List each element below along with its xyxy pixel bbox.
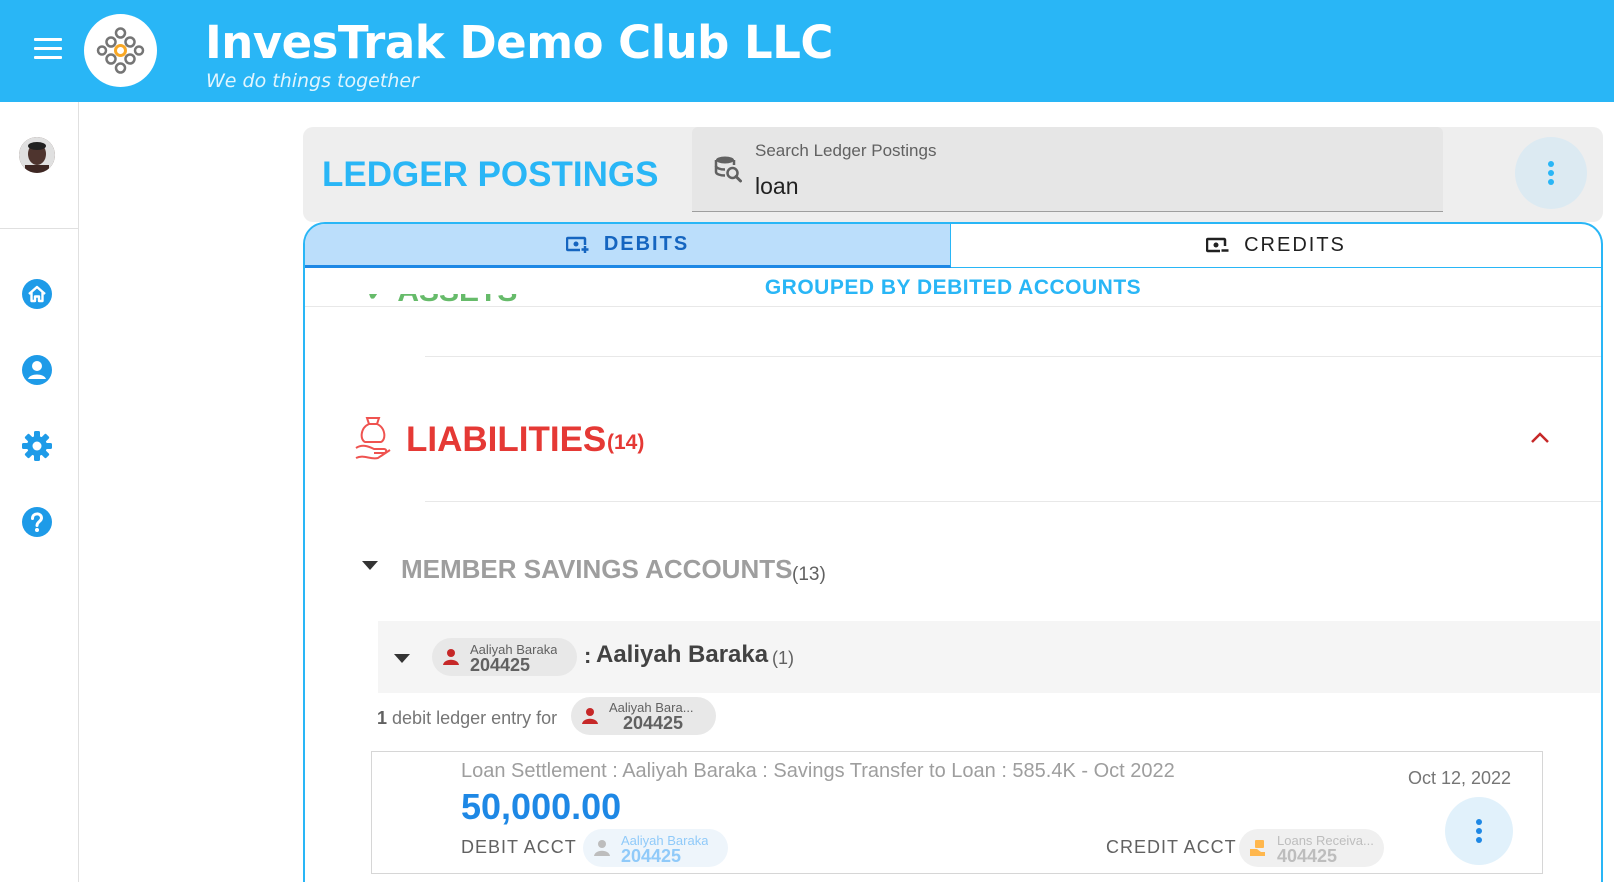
app-subtitle: We do things together [206, 70, 419, 92]
entry-summary-count: 1 [377, 708, 388, 728]
top-app-bar: InvesTrak Demo Club LLC We do things tog… [0, 0, 1614, 102]
ledger-entry-card[interactable]: Loan Settlement : Aaliyah Baraka : Savin… [371, 751, 1543, 874]
help-circle-icon[interactable] [21, 506, 53, 538]
home-icon[interactable] [21, 278, 53, 310]
ledger-header: LEDGER POSTINGS Search Ledger Postings [303, 127, 1603, 222]
entry-more-options-button[interactable] [1445, 797, 1513, 865]
gear-icon[interactable] [21, 430, 53, 462]
member-savings-title: MEMBER SAVINGS ACCOUNTS [401, 554, 793, 584]
postings-panel: DEBITS CREDITS ✓ ASSETS GROUPED BY DEBIT… [303, 222, 1603, 882]
account-circle-icon[interactable] [21, 354, 53, 386]
divider [425, 501, 1601, 502]
person-icon [593, 839, 611, 862]
person-icon [442, 648, 460, 671]
chip-account-number: 204425 [623, 713, 684, 733]
member-account-chip[interactable]: Aaliyah Baraka 204425 [432, 638, 577, 676]
more-vertical-icon [1476, 819, 1482, 843]
search-input[interactable] [755, 173, 1355, 200]
cash-plus-icon [565, 236, 590, 254]
hand-money-bag-icon [354, 414, 392, 467]
chip-account-number: 404425 [1277, 846, 1338, 866]
divider [305, 306, 1601, 307]
entry-date: Oct 12, 2022 [1408, 768, 1512, 788]
chevron-up-icon[interactable] [1530, 430, 1550, 449]
entry-summary: 1 debit ledger entry for [377, 708, 557, 729]
entry-summary-text: debit ledger entry for [392, 708, 558, 728]
user-avatar[interactable] [19, 137, 55, 173]
entry-description: Loan Settlement : Aaliyah Baraka : Savin… [461, 760, 1175, 782]
search-label: Search Ledger Postings [755, 141, 937, 160]
tab-debits-label: DEBITS [603, 233, 690, 255]
cash-minus-icon [1206, 237, 1231, 255]
member-account-row[interactable]: Aaliyah Baraka 204425 : Aaliyah Baraka (… [378, 621, 1600, 693]
credit-account-label: CREDIT ACCT : [1106, 837, 1249, 857]
page-title: LEDGER POSTINGS [322, 155, 659, 194]
divider [425, 356, 1601, 357]
tab-credits[interactable]: CREDITS [951, 224, 1601, 268]
debit-account-chip[interactable]: Aaliyah Baraka 204425 [583, 829, 728, 867]
app-title: InvesTrak Demo Club LLC [205, 16, 833, 69]
caret-down-icon[interactable] [362, 561, 378, 570]
chip-account-number: 204425 [470, 655, 531, 675]
separator: : [584, 643, 592, 668]
chip-account-number: 204425 [621, 846, 682, 866]
liabilities-title: LIABILITIES [406, 420, 607, 459]
tab-debits[interactable]: DEBITS [305, 224, 951, 268]
loan-hand-icon [1249, 839, 1267, 862]
sidebar [0, 102, 79, 882]
club-logo-icon [84, 14, 157, 87]
member-entry-count: (1) [772, 648, 794, 668]
liabilities-count: (14) [607, 431, 645, 454]
entry-amount: 50,000.00 [461, 786, 622, 827]
database-search-icon [714, 155, 742, 188]
member-name: Aaliyah Baraka [596, 641, 769, 668]
member-savings-count: (13) [792, 564, 826, 585]
grouped-by-label: GROUPED BY DEBITED ACCOUNTS [764, 276, 1142, 299]
sidebar-divider [0, 228, 79, 229]
person-icon [581, 707, 599, 730]
more-options-button[interactable] [1515, 137, 1587, 209]
entry-summary-chip[interactable]: Aaliyah Bara... 204425 [571, 697, 716, 735]
hamburger-menu-icon[interactable] [34, 38, 62, 60]
search-field[interactable]: Search Ledger Postings [692, 127, 1443, 212]
debit-account-label: DEBIT ACCT : [461, 837, 589, 857]
credit-account-chip[interactable]: Loans Receiva... 404425 [1239, 829, 1384, 867]
tab-credits-label: CREDITS [1244, 234, 1346, 256]
more-vertical-icon [1548, 161, 1554, 185]
caret-down-icon[interactable] [394, 654, 410, 663]
